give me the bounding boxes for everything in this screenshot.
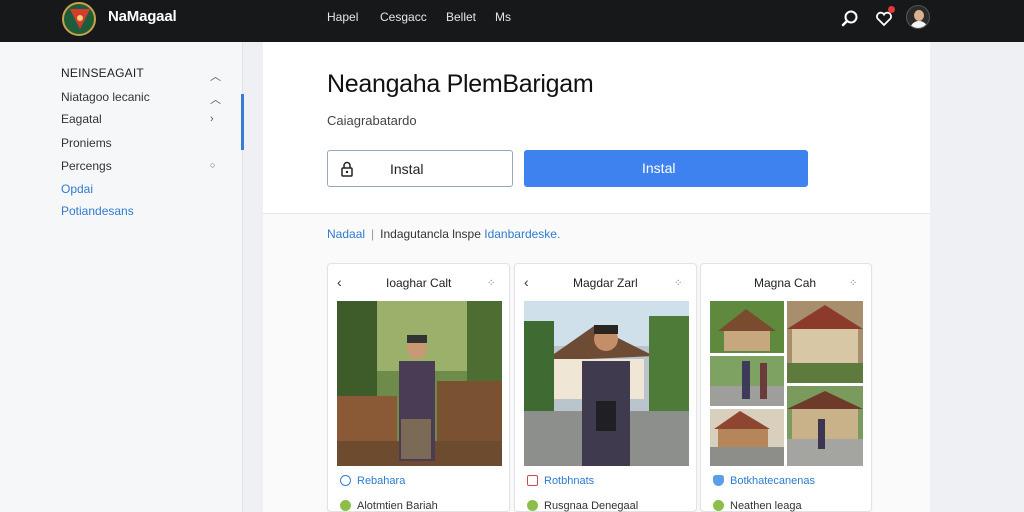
breadcrumb-link-2[interactable]: Idanbardeske. <box>484 227 560 241</box>
card-photo[interactable] <box>524 301 689 466</box>
card-meta-secondary: Rusgnaa Denegaal <box>527 500 638 512</box>
gallery-card[interactable]: ‹ Magdar Zarl ⁘ Rotbhnats Rusgnaa Denega… <box>514 263 697 512</box>
breadcrumb-text: Indagutancla lnspe <box>380 227 481 241</box>
chevron-up-icon[interactable]: ︿ <box>210 91 221 107</box>
nav-item-3[interactable]: Bellet <box>446 10 476 24</box>
circle-icon <box>340 475 351 486</box>
sidebar-item-2[interactable]: Eagatal <box>61 112 102 126</box>
card-meta-secondary: Neathen leaga <box>713 500 802 512</box>
top-bar: NaMagaal Hapel Cesgacc Bellet Ms <box>0 0 1024 42</box>
status-dot-icon <box>713 500 724 511</box>
grid-icon[interactable]: ⁘ <box>487 278 496 289</box>
nav-item-2[interactable]: Cesgacc <box>380 10 427 24</box>
sidebar-item-6[interactable]: Potiandesans <box>61 204 134 218</box>
brand-name[interactable]: NaMagaal <box>108 8 177 25</box>
main-panel: Neangaha PlemBarigam Caiagrabatardo Inst… <box>263 42 930 512</box>
card-photo[interactable] <box>337 301 502 466</box>
nav-item-4[interactable]: Ms <box>495 10 511 24</box>
sidebar-item-5[interactable]: Opdai <box>61 182 93 196</box>
dot-icon: ○ <box>210 160 216 170</box>
shield-icon <box>713 475 724 486</box>
install-primary-label: Instal <box>642 160 676 176</box>
install-outline-button[interactable]: Instal <box>327 150 513 187</box>
install-primary-button[interactable]: Instal <box>524 150 808 187</box>
sidebar-item-1[interactable]: Niatagoo lecanic <box>61 90 150 104</box>
search-icon[interactable] <box>840 9 860 29</box>
sidebar: NEINSEAGAIT ︿ Niatagoo lecanic ︿ Eagatal… <box>0 42 244 512</box>
lock-icon <box>341 161 353 177</box>
sidebar-heading[interactable]: NEINSEAGAIT <box>61 66 144 80</box>
sidebar-item-4[interactable]: Percengs <box>61 159 112 173</box>
card-title: Ioaghar Calt <box>386 276 452 290</box>
status-dot-icon <box>340 500 351 511</box>
chevron-left-icon[interactable]: ‹ <box>337 274 342 290</box>
card-title: Magna Cah <box>754 276 817 290</box>
sidebar-scroll-indicator[interactable] <box>241 94 244 150</box>
chevron-up-icon[interactable]: ︿ <box>210 68 221 84</box>
card-meta-primary[interactable]: Botkhatecanenas <box>713 475 815 487</box>
hero-section: Neangaha PlemBarigam Caiagrabatardo Inst… <box>263 42 930 214</box>
breadcrumb: Nadaal | Indagutancla lnspe Idanbardeske. <box>327 227 560 241</box>
nav-item-1[interactable]: Hapel <box>327 10 358 24</box>
avatar[interactable] <box>906 5 930 29</box>
breadcrumb-link[interactable]: Nadaal <box>327 227 365 241</box>
card-meta-primary[interactable]: Rebahara <box>340 475 405 487</box>
page-title: Neangaha PlemBarigam <box>327 70 594 98</box>
grid-icon[interactable]: ⁘ <box>674 278 683 289</box>
card-meta-secondary: Alotmtien Bariah <box>340 500 438 512</box>
install-outline-label: Instal <box>390 161 424 177</box>
breadcrumb-separator: | <box>371 227 375 241</box>
app-logo[interactable] <box>62 2 96 36</box>
notification-badge <box>888 6 895 13</box>
gallery-card[interactable]: Magna Cah ⁘ Botkhatecanenas Neathen leag… <box>700 263 872 512</box>
square-icon <box>527 475 538 486</box>
chevron-left-icon[interactable]: ‹ <box>524 274 529 290</box>
grid-icon[interactable]: ⁘ <box>849 278 858 289</box>
card-photo-grid[interactable] <box>710 301 863 466</box>
page-subtitle: Caiagrabatardo <box>327 113 417 128</box>
sidebar-item-3[interactable]: Proniems <box>61 136 112 150</box>
status-dot-icon <box>527 500 538 511</box>
gallery-card[interactable]: ‹ Ioaghar Calt ⁘ Rebahara Alotmtien Bari… <box>327 263 510 512</box>
card-title: Magdar Zarl <box>573 276 638 290</box>
right-gutter <box>930 42 1024 512</box>
chevron-right-icon[interactable]: › <box>210 113 214 125</box>
card-meta-primary[interactable]: Rotbhnats <box>527 475 594 487</box>
